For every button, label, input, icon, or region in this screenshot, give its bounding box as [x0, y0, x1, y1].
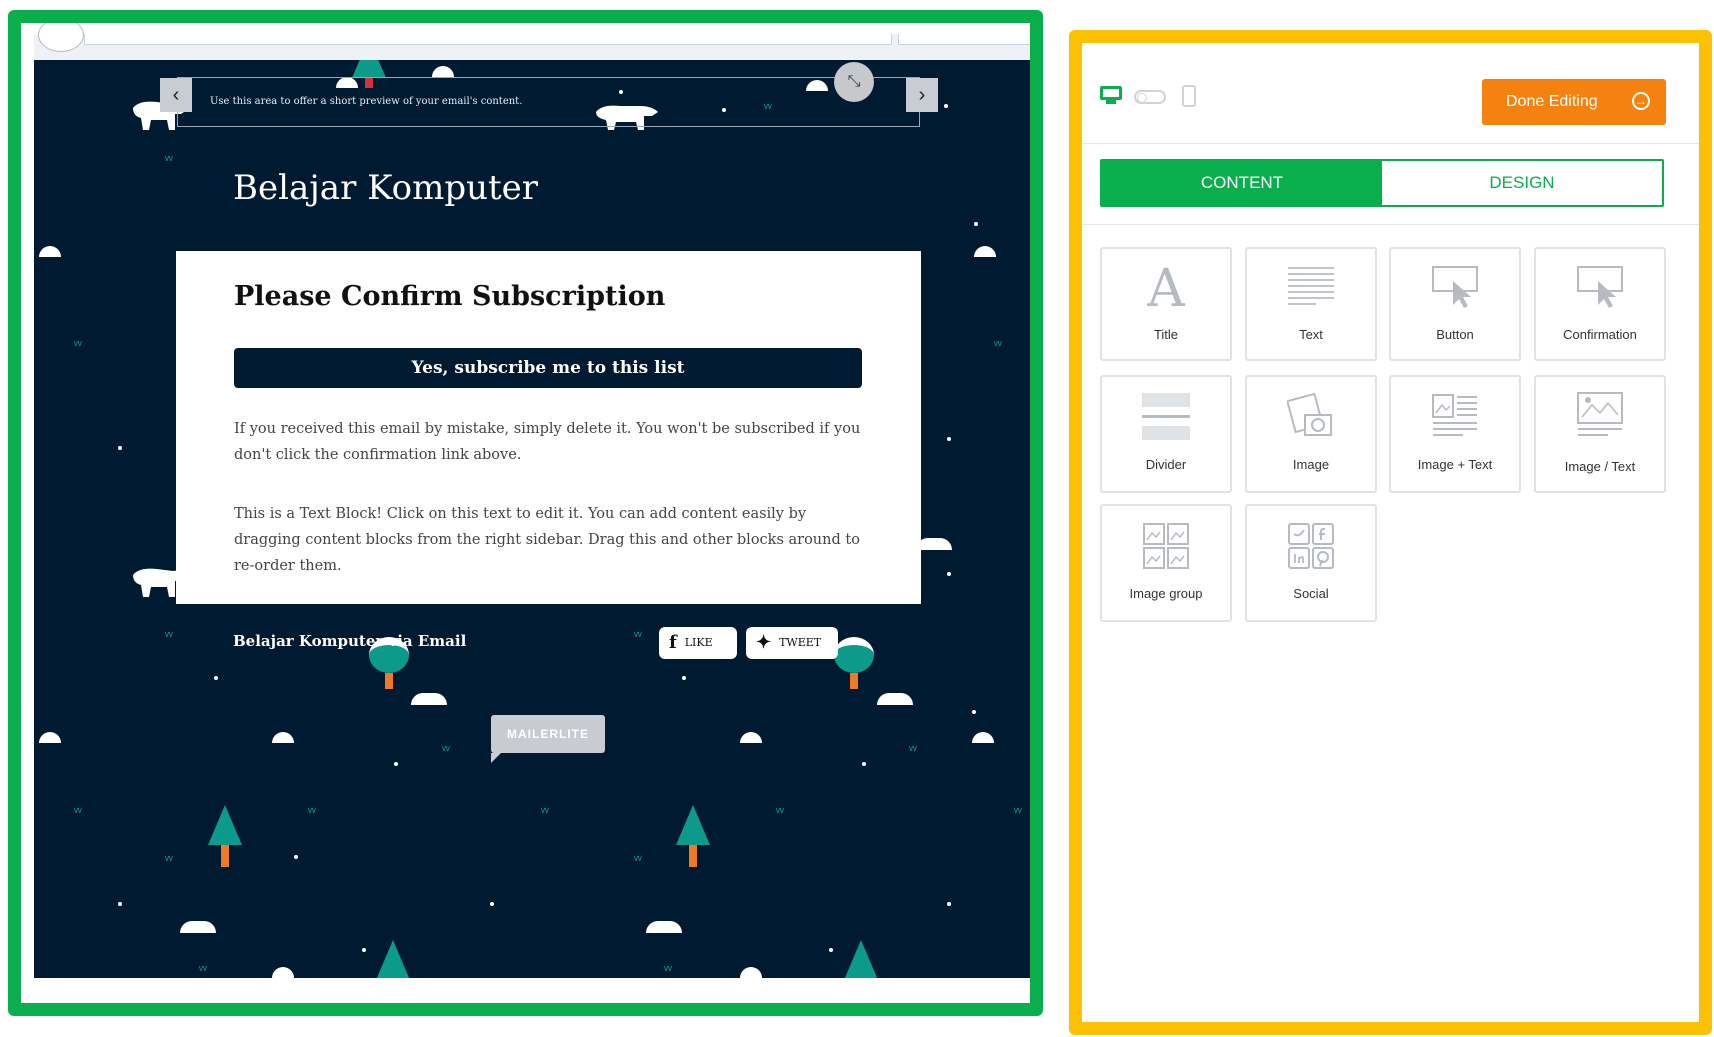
card-title[interactable]: Please Confirm Subscription — [234, 281, 665, 312]
image-text-icon — [1432, 394, 1477, 436]
next-arrow-button[interactable]: › — [906, 78, 938, 112]
snow-mound — [411, 693, 447, 705]
content-card[interactable]: Please Confirm Subscription Yes, subscri… — [176, 251, 921, 604]
block-label: Confirmation — [1563, 327, 1637, 342]
subscribe-button[interactable]: Yes, subscribe me to this list — [234, 348, 862, 388]
snow-mound — [39, 246, 61, 257]
block-label: Image / Text — [1564, 459, 1636, 474]
facebook-like-button[interactable]: f LIKE — [659, 627, 737, 659]
editor-tabs: CONTENT DESIGN — [1100, 159, 1664, 207]
browser-search-area — [898, 34, 1038, 45]
facebook-icon: f — [669, 632, 677, 653]
browser-control — [38, 18, 84, 52]
arrow-right-circle-icon: → — [1632, 92, 1650, 110]
tree-decoration — [676, 805, 710, 867]
block-label: Image — [1292, 457, 1330, 472]
image-group-icon — [1143, 523, 1189, 569]
snow-mound — [974, 246, 996, 257]
email-brand-title[interactable]: Belajar Komputer — [233, 168, 538, 208]
tree-decoration — [208, 805, 242, 867]
mistake-paragraph[interactable]: If you received this email by mistake, s… — [234, 416, 864, 468]
editor-toolbar: Done Editing → — [1082, 43, 1699, 144]
block-divider[interactable]: Divider — [1100, 375, 1232, 493]
mobile-preview-icon[interactable] — [1182, 85, 1196, 107]
device-toggle[interactable] — [1134, 90, 1166, 104]
image-icon — [1287, 392, 1332, 436]
button-icon — [1432, 266, 1478, 308]
email-canvas: ᵥᵥ ᵥᵥ ᵥᵥ ᵥᵥ ᵥᵥ ᵥᵥ ᵥᵥ ᵥᵥ ᵥᵥ ᵥᵥ ᵥᵥ ᵥᵥ ᵥᵥ ᵥ… — [34, 60, 1039, 978]
tweet-label: TWEET — [779, 636, 822, 649]
block-social[interactable]: Social — [1245, 504, 1377, 622]
mailerlite-badge[interactable]: MAILERLITE — [491, 715, 605, 763]
tree-decoration — [376, 940, 410, 978]
title-icon: A — [1147, 259, 1185, 319]
snow-mound — [740, 967, 762, 978]
social-icon — [1288, 523, 1334, 569]
block-text[interactable]: Text — [1245, 247, 1377, 361]
tab-content[interactable]: CONTENT — [1102, 161, 1382, 205]
block-image[interactable]: Image — [1245, 375, 1377, 493]
block-label: Social — [1293, 586, 1329, 601]
preview-text[interactable]: Use this area to offer a short preview o… — [210, 96, 522, 107]
divider — [1082, 224, 1699, 225]
snow-mound — [272, 732, 294, 743]
block-confirmation[interactable]: Confirmation — [1534, 247, 1666, 361]
block-image-group[interactable]: Image group — [1100, 504, 1232, 622]
block-label: Button — [1436, 327, 1474, 342]
bush-decoration — [834, 637, 874, 689]
snow-mound — [432, 66, 454, 77]
block-image-over-text[interactable]: Image / Text — [1534, 375, 1666, 493]
twitter-icon: ✦ — [756, 632, 772, 653]
block-label: Image group — [1129, 586, 1203, 601]
editor-sidebar: Done Editing → CONTENT DESIGN A Title Te… — [1082, 43, 1699, 1023]
preheader-preview[interactable]: Use this area to offer a short preview o… — [177, 77, 920, 127]
snow-mound — [646, 921, 682, 933]
footer-sender-name[interactable]: Belajar Komputer via Email — [233, 632, 466, 650]
prev-arrow-button[interactable]: ‹ — [160, 78, 192, 112]
browser-address-area — [84, 34, 892, 45]
block-label: Title — [1153, 327, 1179, 342]
done-editing-button[interactable]: Done Editing → — [1482, 79, 1666, 125]
block-label: Divider — [1145, 457, 1187, 472]
block-button[interactable]: Button — [1389, 247, 1521, 361]
block-label: Text — [1299, 327, 1323, 342]
image-over-text-icon — [1577, 392, 1623, 436]
snow-mound — [972, 732, 994, 743]
divider-icon — [1142, 393, 1190, 440]
text-icon — [1288, 267, 1334, 309]
block-title[interactable]: A Title — [1100, 247, 1232, 361]
text-block-paragraph[interactable]: This is a Text Block! Click on this text… — [234, 501, 864, 579]
snow-mound — [39, 732, 61, 743]
snow-mound — [877, 693, 913, 705]
desktop-preview-icon[interactable] — [1100, 86, 1122, 104]
tab-design[interactable]: DESIGN — [1382, 161, 1662, 205]
snow-mound — [740, 732, 762, 743]
confirmation-icon — [1577, 266, 1623, 308]
snow-mound — [180, 921, 216, 933]
snow-mound — [272, 967, 294, 978]
snow-mound — [916, 538, 952, 550]
twitter-tweet-button[interactable]: ✦ TWEET — [746, 627, 838, 659]
block-label: Image + Text — [1417, 457, 1493, 472]
tree-decoration — [844, 940, 878, 978]
like-label: LIKE — [684, 636, 713, 649]
block-image-text[interactable]: Image + Text — [1389, 375, 1521, 493]
expand-icon[interactable]: ⤡ — [834, 62, 874, 102]
done-editing-label: Done Editing — [1506, 93, 1598, 110]
